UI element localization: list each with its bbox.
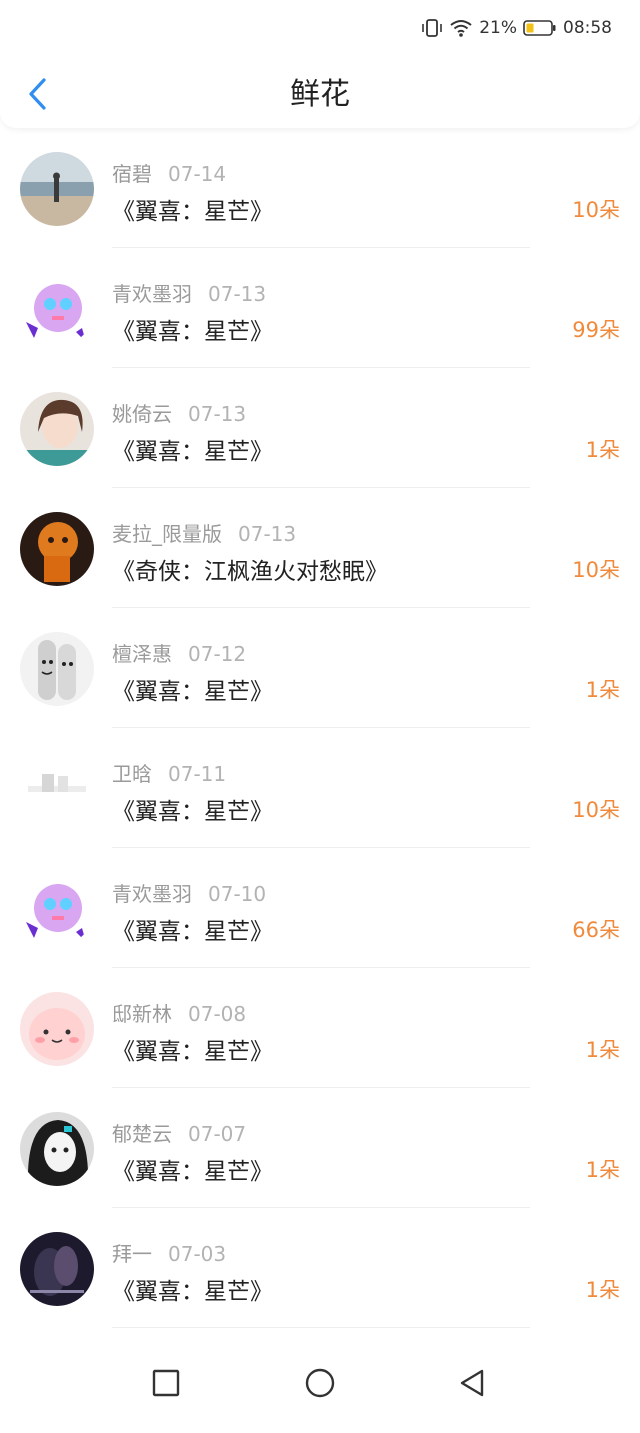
home-button[interactable] [300,1363,340,1403]
flower-amount: 10朵 [572,798,620,822]
battery-percent: 21% [479,18,517,38]
gift-date: 07-11 [168,762,227,786]
list-item[interactable]: 宿碧 07-14 《翼喜：星芒》 10朵 [0,128,640,248]
list-item[interactable]: 拜一 07-03 《翼喜：星芒》 1朵 [0,1208,640,1328]
avatar[interactable] [20,152,94,226]
wifi-icon [450,20,472,37]
book-title[interactable]: 《翼喜：星芒》 [112,1152,273,1186]
book-title[interactable]: 《翼喜：星芒》 [112,312,273,346]
gift-date: 07-10 [208,882,267,906]
user-name: 青欢墨羽 [112,282,192,306]
user-name: 卫晗 [112,762,152,786]
flower-amount: 1朵 [585,438,620,462]
app-header: 21% 08:58 鲜花 [0,0,640,128]
gift-date: 07-13 [238,522,297,546]
flower-amount: 66朵 [572,918,620,942]
book-title[interactable]: 《翼喜：星芒》 [112,1272,273,1306]
flower-amount: 1朵 [585,678,620,702]
square-icon [152,1369,180,1397]
avatar[interactable] [20,1112,94,1186]
gift-date: 07-14 [168,162,227,186]
gift-date: 07-03 [168,1242,227,1266]
flower-amount: 99朵 [572,318,620,342]
page-title: 鲜花 [290,77,350,112]
gift-date: 07-12 [188,642,247,666]
user-name: 姚倚云 [112,402,172,426]
circle-icon [305,1368,335,1398]
flower-amount: 1朵 [585,1038,620,1062]
user-name: 宿碧 [112,162,152,186]
gift-date: 07-08 [188,1002,247,1026]
avatar[interactable] [20,632,94,706]
book-title[interactable]: 《翼喜：星芒》 [112,672,273,706]
avatar[interactable] [20,272,94,346]
avatar[interactable] [20,1232,94,1306]
book-title[interactable]: 《翼喜：星芒》 [112,192,273,226]
avatar[interactable] [20,872,94,946]
book-title[interactable]: 《翼喜：星芒》 [112,1032,273,1066]
book-title[interactable]: 《翼喜：星芒》 [112,432,273,466]
user-name: 邸新林 [112,1002,172,1026]
gift-date: 07-13 [188,402,247,426]
back-nav-button[interactable] [452,1363,492,1403]
flower-amount: 10朵 [572,198,620,222]
book-title[interactable]: 《翼喜：星芒》 [112,912,273,946]
book-title[interactable]: 《奇侠：江枫渔火对愁眠》 [112,552,388,586]
list-item[interactable]: 郁楚云 07-07 《翼喜：星芒》 1朵 [0,1088,640,1208]
user-name: 檀泽惠 [112,642,172,666]
clock: 08:58 [563,18,612,38]
avatar[interactable] [20,992,94,1066]
list-item[interactable]: 卫晗 07-11 《翼喜：星芒》 10朵 [0,728,640,848]
list-item[interactable]: 姚倚云 07-13 《翼喜：星芒》 1朵 [0,368,640,488]
list-item[interactable]: 邸新林 07-08 《翼喜：星芒》 1朵 [0,968,640,1088]
user-name: 拜一 [112,1242,152,1266]
avatar[interactable] [20,752,94,826]
book-title[interactable]: 《翼喜：星芒》 [112,792,273,826]
avatar[interactable] [20,392,94,466]
gift-list: 宿碧 07-14 《翼喜：星芒》 10朵 青欢墨羽 07-13 《翼喜：星芒》 99… [0,128,640,1328]
flower-amount: 1朵 [585,1278,620,1302]
avatar[interactable] [20,512,94,586]
vibrate-icon [422,19,443,37]
user-name: 青欢墨羽 [112,882,192,906]
gift-date: 07-07 [188,1122,247,1146]
flower-amount: 1朵 [585,1158,620,1182]
list-item[interactable]: 麦拉_限量版 07-13 《奇侠：江枫渔火对愁眠》 10朵 [0,488,640,608]
triangle-back-icon [460,1369,484,1397]
list-item[interactable]: 青欢墨羽 07-13 《翼喜：星芒》 99朵 [0,248,640,368]
user-name: 麦拉_限量版 [112,522,222,546]
flower-amount: 10朵 [572,558,620,582]
gift-date: 07-13 [208,282,267,306]
status-bar: 21% 08:58 [421,14,612,42]
list-item[interactable]: 青欢墨羽 07-10 《翼喜：星芒》 66朵 [0,848,640,968]
battery-icon [523,20,556,36]
recent-apps-button[interactable] [146,1363,186,1403]
user-name: 郁楚云 [112,1122,172,1146]
list-item[interactable]: 檀泽惠 07-12 《翼喜：星芒》 1朵 [0,608,640,728]
system-nav-bar [0,1333,640,1433]
divider [112,1327,530,1328]
